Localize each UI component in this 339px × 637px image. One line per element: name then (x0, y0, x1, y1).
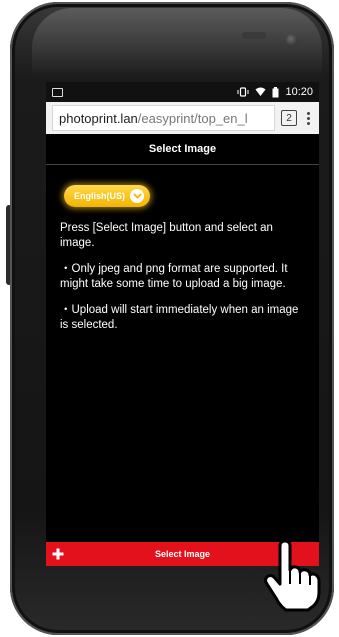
tab-switcher-button[interactable]: 2 (281, 110, 297, 126)
instruction-text: ・Only jpeg and png format are supported.… (60, 263, 288, 290)
status-bar: 10:20 (46, 82, 319, 102)
select-image-label: Select Image (154, 549, 211, 559)
earpiece (242, 32, 266, 39)
address-bar[interactable]: photoprint.lan/easyprint/top_en_l (52, 105, 275, 131)
instruction-text: ・Upload will start immediately when an i… (60, 304, 299, 331)
instruction-text: Press [Select Image] button and select a… (60, 222, 273, 249)
camera-icon (286, 34, 298, 46)
page-title: Select Image (148, 143, 217, 155)
instructions: Press [Select Image] button and select a… (46, 207, 319, 333)
chevron-down-icon (130, 189, 144, 203)
url-host: photoprint.lan (59, 110, 138, 126)
url-path: /easyprint/top_en_l (137, 110, 248, 126)
vibrate-icon (237, 87, 249, 97)
phone-screen: 10:20 photoprint.lan/easyprint/top_en_l … (46, 82, 319, 566)
language-select-button[interactable]: English(US) (64, 185, 150, 207)
battery-icon (272, 86, 279, 97)
status-time: 10:20 (285, 86, 313, 98)
gallery-notification-icon (52, 87, 63, 97)
wifi-icon (255, 87, 266, 96)
language-label: English(US) (74, 191, 125, 201)
pointing-hand-icon (264, 540, 321, 612)
overflow-menu-icon[interactable] (303, 111, 313, 125)
browser-toolbar: photoprint.lan/easyprint/top_en_l 2 (46, 102, 319, 134)
plus-icon (52, 548, 64, 560)
